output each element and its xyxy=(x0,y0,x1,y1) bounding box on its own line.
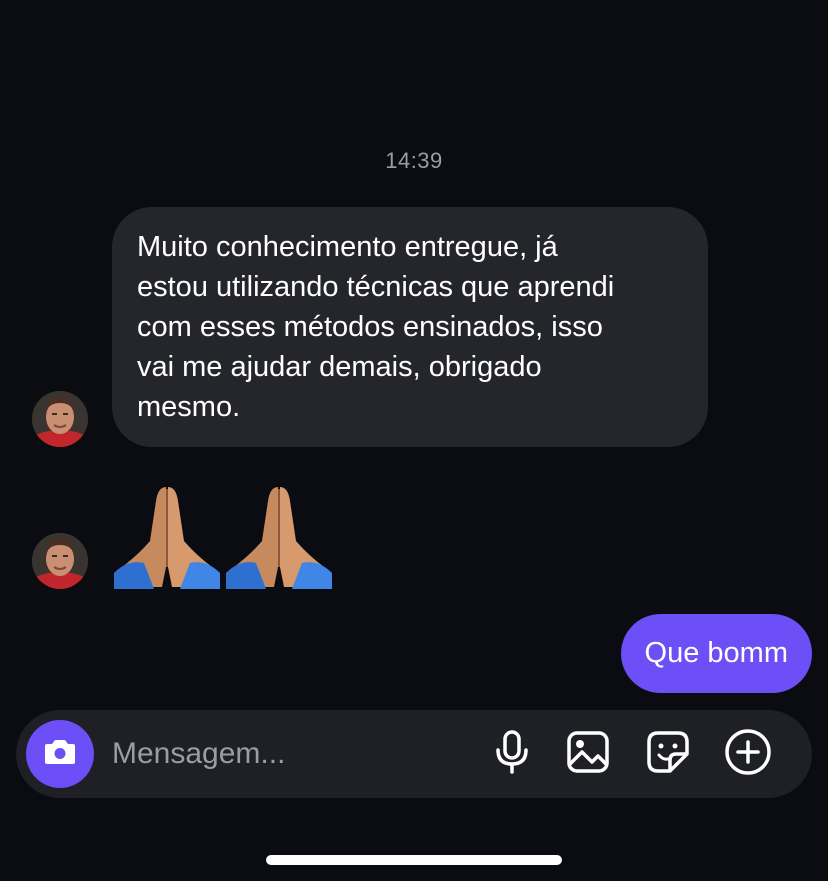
folded-hands-icon xyxy=(226,483,332,589)
sender-avatar[interactable] xyxy=(32,391,88,447)
sticker-icon xyxy=(646,730,690,779)
plus-circle-icon xyxy=(724,728,772,781)
gallery-button[interactable] xyxy=(564,730,612,778)
microphone-button[interactable] xyxy=(488,729,536,779)
folded-hands-icon xyxy=(114,483,220,589)
message-composer: Mensagem... xyxy=(16,710,812,798)
message-input[interactable]: Mensagem... xyxy=(112,732,472,776)
sticker-button[interactable] xyxy=(644,730,692,778)
camera-button[interactable] xyxy=(26,720,94,788)
gallery-icon xyxy=(566,730,610,779)
message-line: vai me ajudar demais, obrigado xyxy=(137,351,542,383)
chat-screen: 14:39 Muito conhecimento entregue, já es… xyxy=(0,0,828,881)
home-indicator[interactable] xyxy=(266,855,562,865)
emoji-message[interactable] xyxy=(114,483,332,589)
sender-avatar[interactable] xyxy=(32,533,88,589)
message-line: com esses métodos ensinados, isso xyxy=(137,311,603,343)
message-line: Muito conhecimento entregue, já xyxy=(137,231,558,263)
more-options-button[interactable] xyxy=(724,728,772,781)
message-line: mesmo. xyxy=(137,391,241,423)
incoming-message-bubble[interactable]: Muito conhecimento entregue, já estou ut… xyxy=(112,207,708,447)
message-line: estou utilizando técnicas que aprendi xyxy=(137,271,615,303)
camera-icon xyxy=(44,738,76,771)
outgoing-message-text: Que bomm xyxy=(644,637,788,669)
message-timestamp: 14:39 xyxy=(385,148,443,173)
microphone-icon xyxy=(494,729,530,779)
outgoing-message-bubble[interactable]: Que bomm xyxy=(620,614,812,693)
